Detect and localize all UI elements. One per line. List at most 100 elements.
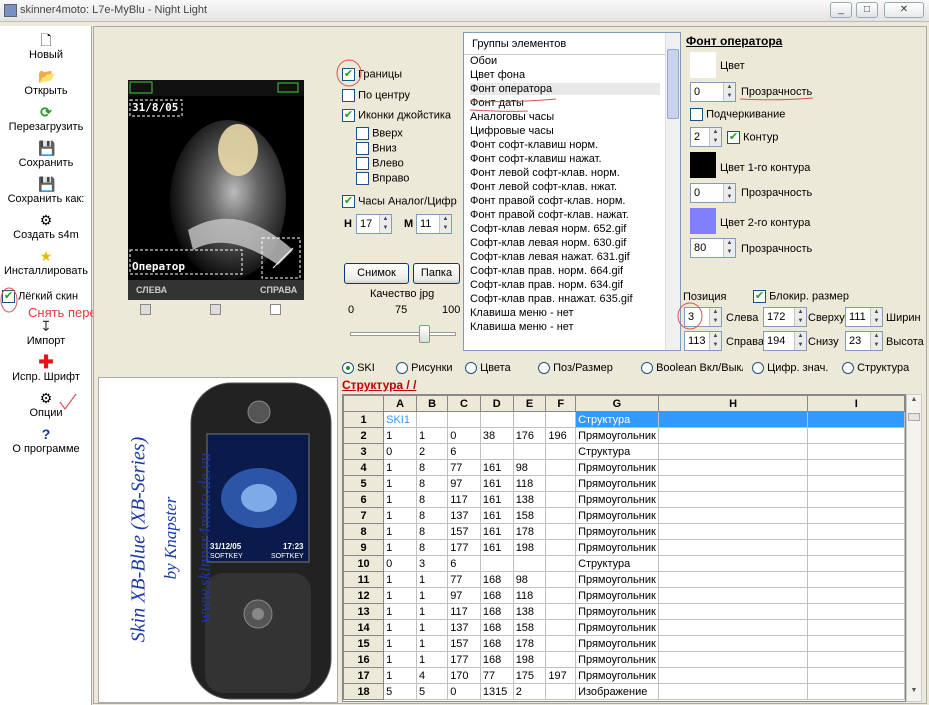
grid-cell[interactable]: Прямоугольник: [575, 651, 659, 668]
grid-cell[interactable]: [545, 539, 577, 556]
grid-cell[interactable]: [807, 571, 905, 588]
grid-column-header[interactable]: H: [657, 395, 809, 412]
structure-breadcrumb[interactable]: Структура / /: [342, 378, 416, 392]
grid-cell[interactable]: 1: [383, 491, 417, 508]
grid-cell[interactable]: [545, 491, 577, 508]
grid-cell[interactable]: [807, 427, 905, 444]
grid-cell[interactable]: [657, 571, 809, 588]
group-list-item[interactable]: Фонт правой софт-клав. нажат.: [470, 209, 629, 221]
grid-cell[interactable]: 1: [383, 539, 417, 556]
grid-cell[interactable]: [545, 555, 577, 572]
grid-cell[interactable]: Структура: [575, 443, 659, 460]
table-row[interactable]: 10 0 3 6 Структура: [343, 555, 905, 572]
spinner-arrows-icon[interactable]: ▲ ▼: [870, 332, 882, 350]
radio-colors[interactable]: Цвета: [465, 362, 511, 375]
grid-cell[interactable]: [545, 587, 577, 604]
group-list-item[interactable]: Клавиша меню - нет: [470, 307, 574, 319]
grid-cell[interactable]: 161: [479, 523, 514, 540]
table-row[interactable]: 16 1 1 177 168 198 Прямоугольник: [343, 651, 905, 668]
grid-cell[interactable]: 168: [479, 603, 514, 620]
grid-cell[interactable]: Структура: [575, 411, 659, 428]
grid-cell[interactable]: 0: [447, 683, 481, 700]
scrollbar-thumb[interactable]: [908, 413, 920, 421]
grid-cell[interactable]: 1: [415, 603, 449, 620]
table-row[interactable]: 8 1 8 157 161 178 Прямоугольник: [343, 523, 905, 540]
group-list-item[interactable]: Фонт правой софт-клав. норм.: [470, 195, 626, 207]
grid-cell[interactable]: [657, 603, 809, 620]
grid-cell[interactable]: 8: [415, 475, 449, 492]
grid-cell[interactable]: 1: [415, 651, 449, 668]
group-list-item[interactable]: Софт-клав левая норм. 652.gif: [470, 223, 626, 235]
grid-cell[interactable]: [479, 411, 514, 428]
grid-cell[interactable]: Прямоугольник: [575, 475, 659, 492]
grid-cell[interactable]: [512, 411, 547, 428]
grid-cell[interactable]: 178: [512, 635, 547, 652]
grid-cell[interactable]: Изображение: [575, 683, 659, 700]
grid-cell[interactable]: 157: [447, 635, 481, 652]
new-button[interactable]: 🗋 Новый: [0, 32, 92, 61]
grid-cell[interactable]: 4: [415, 667, 449, 684]
reload-button[interactable]: ⟳ Перезагрузить: [0, 104, 92, 133]
minutes-spinner[interactable]: 11 ▲ ▼: [416, 214, 452, 234]
grid-cell[interactable]: 177: [447, 651, 481, 668]
grid-cell[interactable]: [512, 555, 547, 572]
grid-cell[interactable]: 0: [447, 427, 481, 444]
grid-cell[interactable]: Прямоугольник: [575, 619, 659, 636]
grid-cell[interactable]: [657, 491, 809, 508]
grid-cell[interactable]: 3: [415, 555, 449, 572]
table-row[interactable]: 9 1 8 177 161 198 Прямоугольник: [343, 539, 905, 556]
grid-cell[interactable]: 1: [415, 427, 449, 444]
grid-cell[interactable]: 158: [512, 507, 547, 524]
group-list-item[interactable]: Фонт софт-клавиш нажат.: [470, 153, 602, 165]
grid-cell[interactable]: [807, 619, 905, 636]
open-button[interactable]: 📂 Открыть: [0, 68, 92, 97]
grid-cell[interactable]: [807, 667, 905, 684]
quality-slider-track[interactable]: [350, 332, 456, 336]
grid-cell[interactable]: [807, 587, 905, 604]
grid-cell[interactable]: 198: [512, 539, 547, 556]
group-list-item[interactable]: Софт-клав левая нажат. 631.gif: [470, 251, 630, 263]
grid-cell[interactable]: 97: [447, 475, 481, 492]
grid-cell[interactable]: 77: [479, 667, 514, 684]
spinner-arrows-icon[interactable]: ▲ ▼: [723, 184, 735, 202]
grid-cell[interactable]: [657, 683, 809, 700]
grid-cell[interactable]: 1: [383, 507, 417, 524]
grid-cell[interactable]: [447, 411, 481, 428]
grid-cell[interactable]: [657, 459, 809, 476]
grid-column-header[interactable]: A: [383, 395, 417, 412]
grid-column-header[interactable]: E: [512, 395, 547, 412]
grid-cell[interactable]: [657, 635, 809, 652]
spinner-arrows-icon[interactable]: ▲ ▼: [870, 308, 882, 326]
grid-cell[interactable]: 196: [545, 427, 577, 444]
spinner-arrows-icon[interactable]: ▲ ▼: [379, 215, 391, 233]
table-row[interactable]: 14 1 1 137 168 158 Прямоугольник: [343, 619, 905, 636]
grid-cell[interactable]: 118: [512, 475, 547, 492]
top-pos-spinner[interactable]: 172 ▲ ▼: [763, 307, 807, 327]
scroll-down-icon[interactable]: ▼: [908, 687, 920, 699]
grid-cell[interactable]: 77: [447, 571, 481, 588]
radio-digital-values[interactable]: Цифр. знач.: [752, 362, 828, 375]
grid-cell[interactable]: 1: [415, 571, 449, 588]
grid-cell[interactable]: 1: [383, 523, 417, 540]
grid-cell[interactable]: 1: [383, 459, 417, 476]
up-checkbox[interactable]: Вверх: [356, 127, 403, 140]
grid-column-header[interactable]: G: [575, 395, 659, 412]
grid-cell[interactable]: [545, 619, 577, 636]
grid-cell[interactable]: 138: [512, 491, 547, 508]
grid-cell[interactable]: 1: [383, 587, 417, 604]
grid-cell[interactable]: [807, 411, 905, 428]
grid-cell[interactable]: 97: [447, 587, 481, 604]
close-button[interactable]: ✕: [884, 2, 924, 18]
grid-cell[interactable]: [545, 635, 577, 652]
grid-cell[interactable]: 198: [512, 651, 547, 668]
grid-cell[interactable]: 8: [415, 459, 449, 476]
group-list-item[interactable]: Обои: [470, 55, 497, 67]
grid-cell[interactable]: 161: [479, 475, 514, 492]
grid-cell[interactable]: [657, 443, 809, 460]
grid-cell[interactable]: 177: [447, 539, 481, 556]
radio-pos-size[interactable]: Поз/Размер: [538, 362, 613, 375]
table-row[interactable]: 11 1 1 77 168 98 Прямоугольник: [343, 571, 905, 588]
group-list-item[interactable]: Софт-клав левая норм. 630.gif: [470, 237, 626, 249]
grid-cell[interactable]: 1: [383, 427, 417, 444]
spinner-arrows-icon[interactable]: ▲ ▼: [709, 308, 721, 326]
